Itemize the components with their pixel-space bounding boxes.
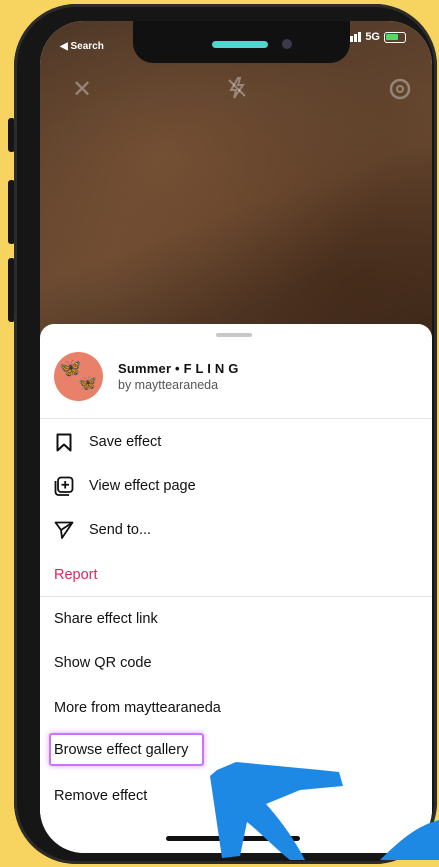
pointer-arrow bbox=[210, 762, 439, 860]
